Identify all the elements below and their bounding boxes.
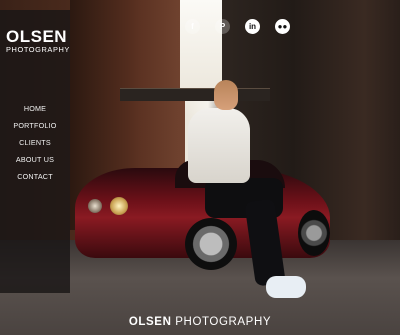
facebook-icon[interactable]: f (185, 19, 200, 34)
car-headlight-right (110, 197, 128, 215)
nav-item-clients[interactable]: CLIENTS (0, 134, 70, 151)
footer-brand: OLSEN PHOTOGRAPHY (0, 316, 400, 328)
nav-item-about-us[interactable]: ABOUT US (0, 151, 70, 168)
person-shirt (188, 108, 250, 183)
footer-brand-bold: OLSEN (128, 316, 172, 328)
site-logo[interactable]: OLSEN PHOTOGRAPHY (6, 27, 70, 54)
person-shoe (266, 276, 306, 298)
pinterest-icon[interactable]: P (215, 19, 230, 34)
logo-sub-text: PHOTOGRAPHY (6, 45, 70, 54)
linkedin-icon[interactable]: in (245, 19, 260, 34)
social-links: f P in ●● (185, 19, 290, 35)
nav-item-contact[interactable]: CONTACT (0, 168, 70, 185)
car-wheel-rear (298, 210, 330, 256)
sidebar-nav-panel: OLSEN PHOTOGRAPHY HOME PORTFOLIO CLIENTS… (0, 10, 70, 293)
main-nav: HOME PORTFOLIO CLIENTS ABOUT US CONTACT (0, 100, 70, 185)
flickr-icon[interactable]: ●● (275, 19, 290, 34)
logo-main-text: OLSEN (6, 27, 68, 46)
nav-item-portfolio[interactable]: PORTFOLIO (0, 117, 70, 134)
car-wheel-front (185, 218, 237, 270)
footer-brand-regular: PHOTOGRAPHY (175, 316, 272, 328)
car-headlight-left (88, 199, 102, 213)
nav-item-home[interactable]: HOME (0, 100, 70, 117)
alley-light (180, 0, 222, 95)
person-head (214, 80, 238, 110)
walkway-bridge (120, 88, 270, 101)
